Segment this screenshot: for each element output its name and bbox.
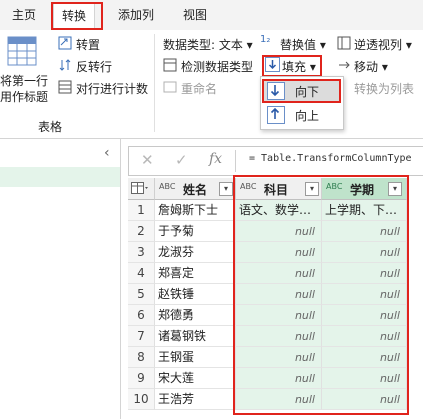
count-rows-button[interactable]: 对行进行计数 bbox=[76, 80, 148, 97]
table-cell[interactable]: 詹姆斯下士 bbox=[155, 200, 236, 221]
formula-bar: ✕ ✓ fx = Table.TransformColumnType bbox=[128, 146, 423, 176]
formula-input[interactable]: = Table.TransformColumnType bbox=[249, 153, 412, 164]
arrow-up-icon bbox=[270, 107, 280, 119]
convert-to-list-button[interactable]: 转换为列表 bbox=[354, 80, 414, 97]
column-filter-icon[interactable]: ▾ bbox=[219, 182, 233, 196]
column-header-name[interactable]: ABC 姓名 ▾ bbox=[155, 178, 236, 200]
collapse-pane-icon[interactable]: ‹ bbox=[104, 145, 110, 161]
table-cell[interactable]: 赵铁锤 bbox=[155, 284, 236, 305]
select-all-corner[interactable] bbox=[128, 178, 155, 200]
cancel-icon[interactable]: ✕ bbox=[141, 151, 154, 169]
highlight-fill-button bbox=[262, 55, 322, 77]
fill-up-item[interactable]: 向上 bbox=[263, 104, 341, 126]
table-cell[interactable]: 宋大莲 bbox=[155, 368, 236, 389]
row-number: 10 bbox=[128, 389, 155, 410]
rename-icon bbox=[163, 81, 177, 93]
move-icon bbox=[339, 61, 350, 69]
row-number: 8 bbox=[128, 347, 155, 368]
use-first-row-as-headers-icon[interactable] bbox=[7, 36, 37, 66]
transpose-icon bbox=[58, 36, 72, 50]
replace-values-button[interactable]: 替换值 ▾ bbox=[280, 36, 326, 53]
rename-button[interactable]: 重命名 bbox=[181, 80, 217, 97]
highlight-fill-down bbox=[262, 79, 341, 103]
row-number: 5 bbox=[128, 284, 155, 305]
column-header-label: 姓名 bbox=[183, 183, 208, 197]
row-number: 6 bbox=[128, 305, 155, 326]
move-button[interactable]: 移动 ▾ bbox=[354, 58, 388, 75]
unpivot-columns-button[interactable]: 逆透视列 ▾ bbox=[354, 36, 412, 53]
use-first-row-label-2: 用作标题 bbox=[0, 90, 49, 104]
highlight-filled-columns bbox=[233, 175, 409, 415]
transpose-button[interactable]: 转置 bbox=[76, 36, 100, 53]
highlight-transform-tab bbox=[51, 2, 103, 30]
reverse-rows-button[interactable]: 反转行 bbox=[76, 58, 112, 75]
fill-up-label: 向上 bbox=[295, 109, 320, 123]
detect-data-type-icon bbox=[163, 58, 177, 72]
row-number: 9 bbox=[128, 368, 155, 389]
row-number: 7 bbox=[128, 326, 155, 347]
table-group-label: 表格 bbox=[38, 120, 63, 134]
table-icon bbox=[131, 182, 148, 194]
reverse-rows-icon bbox=[59, 59, 71, 71]
selected-query-item[interactable] bbox=[0, 167, 120, 187]
table-cell[interactable]: 郑德勇 bbox=[155, 305, 236, 326]
row-number: 4 bbox=[128, 263, 155, 284]
data-type-dropdown[interactable]: 数据类型: 文本 ▾ bbox=[163, 36, 253, 53]
table-cell[interactable]: 王钢蛋 bbox=[155, 347, 236, 368]
detect-data-type-button[interactable]: 检测数据类型 bbox=[181, 58, 253, 75]
table-cell[interactable]: 王浩芳 bbox=[155, 389, 236, 410]
table-cell[interactable]: 郑喜定 bbox=[155, 263, 236, 284]
fill-up-icon bbox=[267, 106, 285, 124]
tab-home[interactable]: 主页 bbox=[12, 6, 36, 23]
queries-pane: ‹ bbox=[0, 139, 121, 419]
ribbon-body: 将第一行 用作标题 转置 反转行 对行进行计数 表格 数据类型: 文本 ▾ 检测… bbox=[0, 30, 423, 139]
fx-icon[interactable]: fx bbox=[209, 151, 222, 167]
unpivot-icon bbox=[337, 36, 351, 50]
row-number: 3 bbox=[128, 242, 155, 263]
text-type-icon[interactable]: ABC bbox=[159, 182, 175, 191]
table-cell[interactable]: 于予菊 bbox=[155, 221, 236, 242]
confirm-icon[interactable]: ✓ bbox=[175, 151, 188, 169]
table-cell[interactable]: 龙淑芬 bbox=[155, 242, 236, 263]
row-number: 1 bbox=[128, 200, 155, 221]
tab-view[interactable]: 视图 bbox=[183, 6, 207, 23]
row-number: 2 bbox=[128, 221, 155, 242]
group-divider bbox=[154, 34, 155, 132]
table-cell[interactable]: 诸葛钢铁 bbox=[155, 326, 236, 347]
formula-divider bbox=[235, 150, 236, 172]
tab-add-column[interactable]: 添加列 bbox=[118, 6, 154, 23]
count-rows-icon bbox=[58, 80, 72, 94]
replace-values-icon: 1₂ bbox=[260, 34, 271, 45]
use-first-row-label-1: 将第一行 bbox=[0, 74, 49, 88]
